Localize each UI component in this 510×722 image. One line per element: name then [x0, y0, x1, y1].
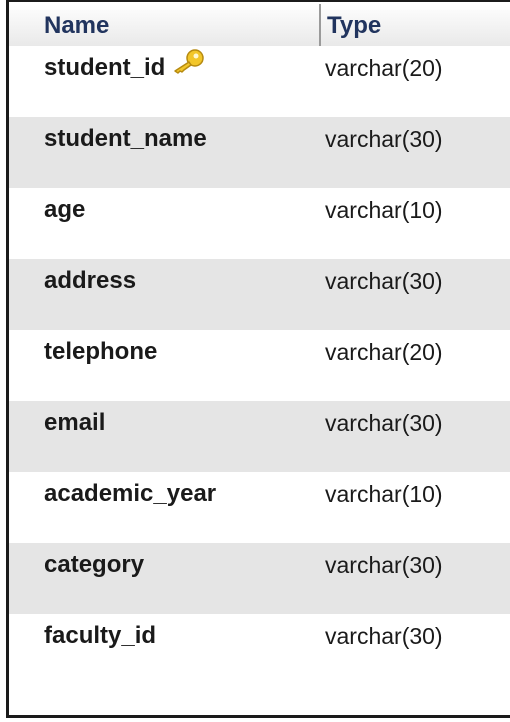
- table-row[interactable]: age varchar(10): [9, 188, 510, 259]
- column-type-cell: varchar(30): [325, 126, 443, 152]
- column-divider: [319, 4, 321, 46]
- column-name-cell: academic_year: [44, 480, 217, 507]
- table-row[interactable]: category varchar(30): [9, 543, 510, 614]
- table-row[interactable]: academic_year varchar(10): [9, 472, 510, 543]
- column-name-cell: student_name: [44, 125, 207, 152]
- column-type-cell: varchar(30): [325, 268, 443, 294]
- column-type-cell: varchar(30): [325, 410, 443, 436]
- table-row[interactable]: student_name varchar(30): [9, 117, 510, 188]
- table-row[interactable]: faculty_id varchar(30): [9, 614, 510, 685]
- column-type-cell: varchar(10): [325, 481, 443, 507]
- column-name-cell: telephone: [44, 338, 158, 365]
- column-name-cell: category: [44, 551, 145, 578]
- table-row[interactable]: email varchar(30): [9, 401, 510, 472]
- column-name-cell: student_id: [44, 49, 205, 84]
- column-header-type[interactable]: Type: [327, 6, 381, 46]
- column-type-cell: varchar(10): [325, 197, 443, 223]
- column-name-cell: email: [44, 409, 106, 436]
- table-row[interactable]: address varchar(30): [9, 259, 510, 330]
- column-type-cell: varchar(30): [325, 552, 443, 578]
- column-name-text: student_id: [44, 54, 166, 81]
- column-name-cell: address: [44, 267, 137, 294]
- column-name-cell: age: [44, 196, 86, 223]
- column-type-cell: varchar(20): [325, 339, 443, 365]
- column-type-cell: varchar(30): [325, 623, 443, 649]
- key-icon: [171, 48, 205, 83]
- table-header: Name Type: [9, 2, 510, 46]
- table-row[interactable]: telephone varchar(20): [9, 330, 510, 401]
- column-name-cell: faculty_id: [44, 622, 157, 649]
- table-body: student_id varchar(20) student_name varc…: [9, 46, 510, 685]
- column-type-cell: varchar(20): [325, 55, 443, 81]
- table-row[interactable]: student_id varchar(20): [9, 46, 510, 117]
- table-structure-panel: Name Type student_id varchar(20) student…: [6, 0, 510, 718]
- column-header-name[interactable]: Name: [44, 6, 109, 46]
